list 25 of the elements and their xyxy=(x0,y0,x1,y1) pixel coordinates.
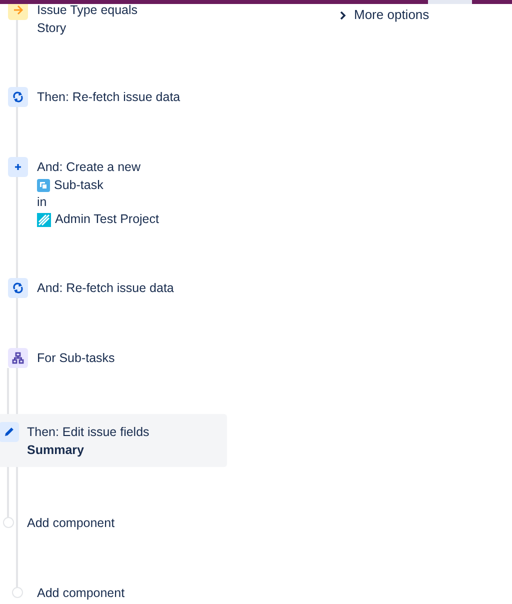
add-component-link[interactable]: Add component xyxy=(37,583,125,603)
add-component-link[interactable]: Add component xyxy=(27,513,115,533)
component-title: And: Re-fetch issue data xyxy=(37,280,174,297)
refresh-icon xyxy=(8,87,28,107)
detail-text: Sub-task xyxy=(54,177,104,194)
component-title: Then: Re-fetch issue data xyxy=(37,89,180,106)
project-icon xyxy=(37,212,51,226)
node-circle-icon xyxy=(3,517,14,528)
component-title: And: Create a new xyxy=(37,159,142,176)
field-name: Summary xyxy=(27,442,84,459)
detail-text: Admin Test Project xyxy=(55,211,159,228)
component-card[interactable]: Then: Edit issue fields Summary xyxy=(0,414,227,467)
node-circle-icon xyxy=(12,587,23,598)
subtask-icon xyxy=(37,179,50,192)
detail-text: Story xyxy=(37,20,66,37)
more-options-button[interactable]: More options xyxy=(340,6,430,24)
chevron-right-icon xyxy=(340,10,346,20)
detail-text: in xyxy=(37,194,47,211)
component-title: Issue Type equals xyxy=(37,2,138,19)
hierarchy-icon xyxy=(8,348,28,368)
pencil-icon xyxy=(0,422,19,442)
plus-icon xyxy=(8,157,28,177)
refresh-icon xyxy=(8,278,28,298)
component-title: For Sub-tasks xyxy=(37,350,115,367)
component-title: Then: Edit issue fields xyxy=(27,424,150,441)
